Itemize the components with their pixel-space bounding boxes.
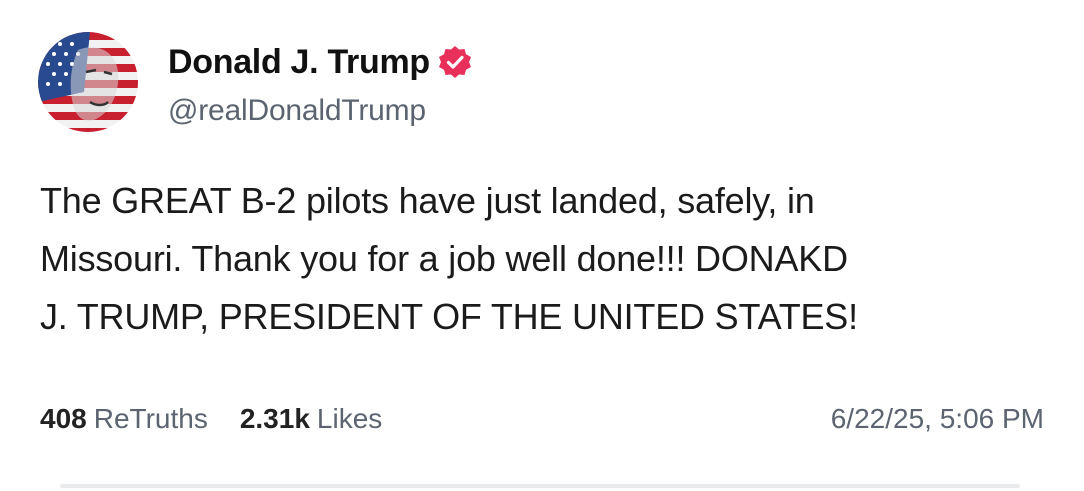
author-display-name[interactable]: Donald J. Trump	[168, 43, 430, 82]
post-text-line: J. TRUMP, PRESIDENT OF THE UNITED STATES…	[40, 296, 858, 337]
flag-portrait-avatar-icon	[38, 32, 138, 132]
post-timestamp[interactable]: 6/22/25, 5:06 PM	[831, 403, 1044, 435]
truth-social-post: Donald J. Trump @realDonaldTrump The GRE…	[0, 0, 1084, 491]
author-name-row: Donald J. Trump	[168, 40, 472, 84]
post-text-line: The GREAT B-2 pilots have just landed, s…	[40, 180, 815, 221]
avatar[interactable]	[38, 32, 138, 132]
verified-badge-icon	[438, 45, 472, 79]
likes-label: Likes	[316, 403, 383, 434]
likes-stat[interactable]: 2.31k Likes	[240, 403, 382, 435]
divider	[60, 484, 1020, 488]
likes-count: 2.31k	[239, 403, 310, 434]
retruths-count: 408	[40, 403, 87, 434]
post-header: Donald J. Trump @realDonaldTrump	[168, 40, 472, 128]
post-text-line: Missouri. Thank you for a job well done!…	[40, 238, 848, 279]
post-stats: 408 ReTruths 2.31k Likes	[40, 403, 414, 435]
post-body-text: The GREAT B-2 pilots have just landed, s…	[40, 172, 1060, 346]
author-handle[interactable]: @realDonaldTrump	[168, 94, 472, 128]
retruths-label: ReTruths	[93, 403, 208, 434]
retruths-stat[interactable]: 408 ReTruths	[40, 403, 208, 435]
